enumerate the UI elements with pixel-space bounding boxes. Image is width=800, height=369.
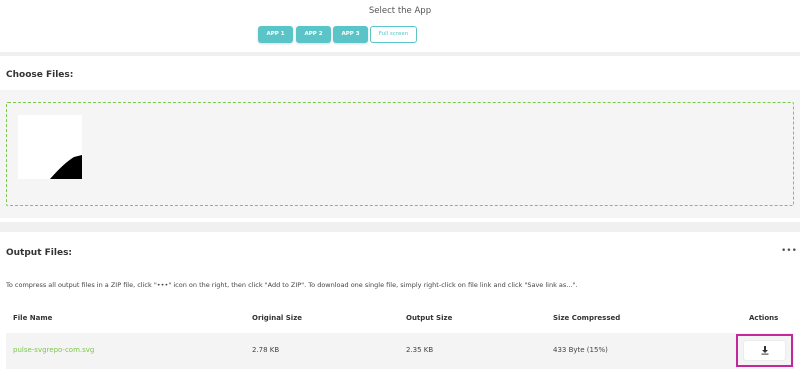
app-2-button[interactable]: APP 2 [296,26,331,43]
divider [0,222,800,232]
size-compressed-cell: 433 Byte (15%) [553,346,608,354]
download-button[interactable] [744,341,785,360]
fullscreen-button[interactable]: Full screen [370,26,417,43]
download-icon [761,346,769,355]
app-select-bar: Select the App APP 1 APP 2 APP 3 Full sc… [0,0,800,52]
header-size-compressed: Size Compressed [553,314,621,322]
output-size-cell: 2.35 KB [406,346,434,354]
header-original-size: Original Size [252,314,303,322]
file-dropzone[interactable] [0,90,800,218]
table-row [6,333,794,369]
zip-instructions: To compress all output files in a ZIP fi… [6,281,578,289]
file-thumbnail[interactable] [18,115,82,179]
header-output-size: Output Size [406,314,453,322]
file-preview-icon [50,155,82,179]
app-1-button[interactable]: APP 1 [258,26,293,43]
app-select-label: Select the App [368,6,432,16]
original-size-cell: 2.78 KB [252,346,280,354]
output-files-title: Output Files: [6,248,73,258]
download-highlight [736,334,793,367]
header-file-name: File Name [13,314,53,322]
app-3-button[interactable]: APP 3 [333,26,368,43]
file-link[interactable]: pulse-svgrepo-com.svg [13,346,94,354]
header-actions: Actions [749,314,779,322]
divider [0,52,800,56]
choose-files-title: Choose Files: [6,70,74,80]
dropzone-border [6,102,794,206]
more-dots-icon[interactable]: ••• [781,246,797,256]
